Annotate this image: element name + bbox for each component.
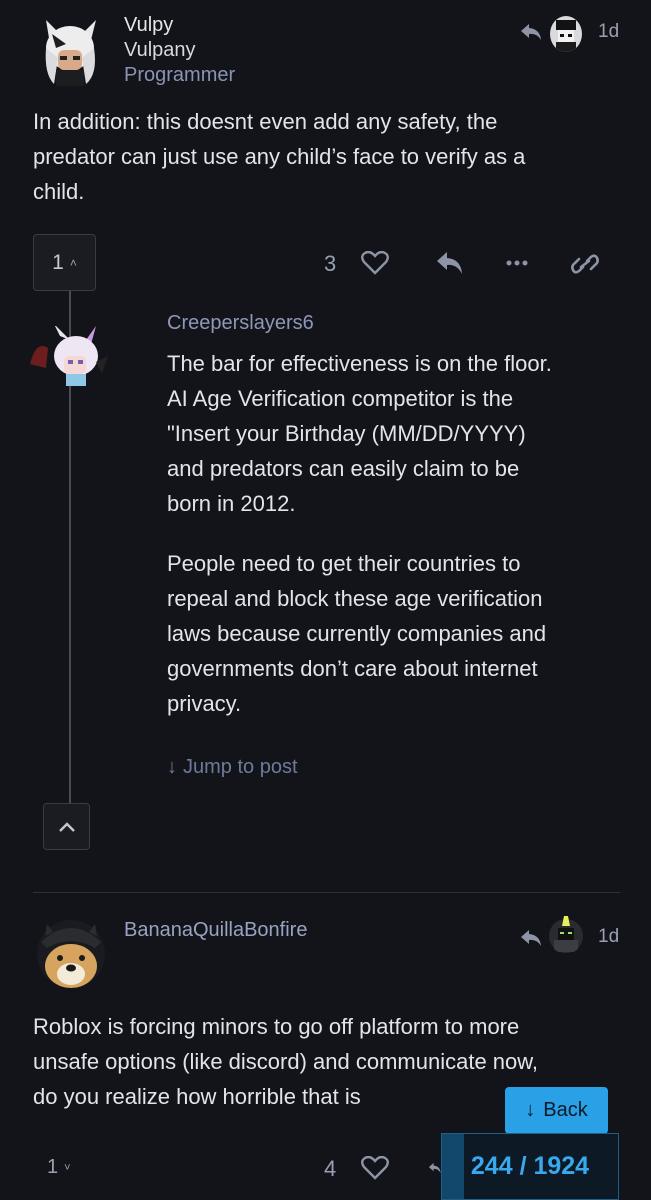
username[interactable]: BananaQuillaBonfire	[124, 919, 307, 942]
reply-line: AI Age Verification competitor is the	[167, 386, 514, 411]
post-line: In addition: this doesnt even add any sa…	[33, 109, 498, 134]
collapse-replies-button[interactable]	[43, 803, 90, 850]
back-label: Back	[543, 1099, 588, 1121]
more-options-icon[interactable]	[504, 254, 530, 272]
post-line: child.	[33, 179, 85, 204]
back-button[interactable]: ↓ Back	[505, 1087, 608, 1134]
post-date[interactable]: 1d	[598, 926, 619, 948]
reply-line: laws because currently companies and	[167, 621, 547, 646]
reply-icon[interactable]	[428, 1156, 442, 1180]
post-divider	[33, 892, 620, 893]
topic-progress[interactable]: 244 / 1924	[441, 1133, 619, 1200]
replies-toggle-button[interactable]: 1 ˅	[47, 1156, 71, 1179]
link-icon[interactable]	[570, 250, 600, 278]
post-date[interactable]: 1d	[598, 21, 619, 43]
post-line: predator can just use any child’s face t…	[33, 144, 526, 169]
display-name[interactable]: Vulpany	[124, 39, 196, 62]
reply-username[interactable]: Creeperslayers6	[167, 312, 314, 335]
reply-line: repeal and block these age verification	[167, 586, 543, 611]
jump-label: Jump to post	[183, 756, 298, 778]
arrow-down-icon: ↓	[167, 756, 177, 778]
reply-line: "Insert your Birthday (MM/DD/YYYY)	[167, 421, 526, 446]
avatar[interactable]	[30, 326, 108, 388]
arrow-down-icon: ↓	[525, 1099, 536, 1121]
replies-count: 1	[52, 250, 64, 274]
reply-line: The bar for effectiveness is on the floo…	[167, 351, 552, 376]
reply-paragraph: The bar for effectiveness is on the floo…	[167, 346, 627, 521]
reply-line: and predators can easily claim to be	[167, 456, 520, 481]
heart-icon[interactable]	[360, 249, 390, 277]
reply-line: born in 2012.	[167, 491, 296, 516]
reply-to-icon[interactable]	[518, 20, 544, 44]
reply-to-avatar[interactable]	[548, 914, 584, 954]
reply-icon[interactable]	[434, 248, 466, 278]
user-title: Programmer	[124, 64, 236, 86]
reply-line: People need to get their countries to	[167, 551, 521, 576]
replies-count: 1	[47, 1156, 59, 1178]
reply-paragraph: People need to get their countries to re…	[167, 546, 627, 721]
post-body: In addition: this doesnt even add any sa…	[33, 104, 633, 209]
like-count[interactable]: 4	[324, 1156, 336, 1182]
jump-to-post-link[interactable]: ↓ Jump to post	[167, 756, 298, 779]
post-line: Roblox is forcing minors to go off platf…	[33, 1014, 520, 1039]
progress-fill	[442, 1134, 464, 1199]
like-count[interactable]: 3	[324, 251, 336, 277]
heart-icon[interactable]	[360, 1154, 390, 1182]
avatar[interactable]	[36, 14, 104, 88]
progress-label: 244 / 1924	[470, 1152, 590, 1180]
chevron-up-icon: ˄	[69, 255, 77, 270]
post-line: unsafe options (like discord) and commun…	[33, 1049, 539, 1074]
username[interactable]: Vulpy	[124, 14, 173, 37]
reply-to-icon[interactable]	[518, 926, 544, 950]
chevron-down-icon: ˅	[64, 1161, 71, 1174]
reply-line: governments don’t care about internet	[167, 656, 538, 681]
replies-toggle-button[interactable]: 1 ˄	[33, 234, 96, 291]
avatar[interactable]	[33, 914, 109, 992]
chevron-up-icon	[58, 821, 75, 832]
reply-line: privacy.	[167, 691, 242, 716]
reply-to-avatar[interactable]	[550, 16, 582, 52]
